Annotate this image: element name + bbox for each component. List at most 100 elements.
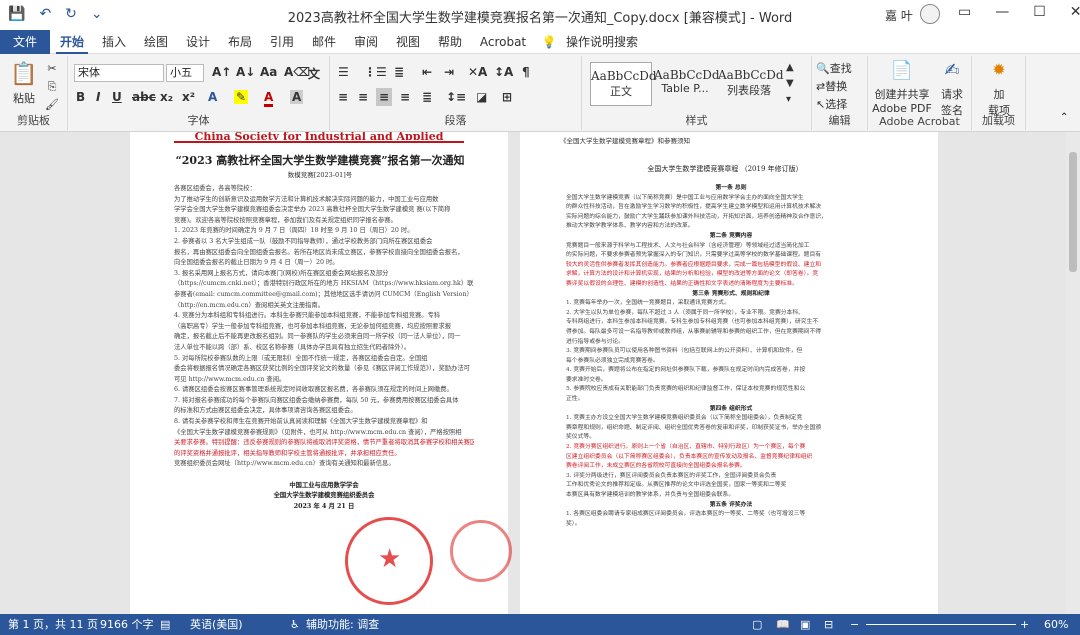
sign-icon[interactable]: ✍ — [934, 60, 970, 81]
tell-me-search[interactable]: 操作说明搜索 — [562, 30, 642, 54]
paste-button[interactable]: 粘贴 — [6, 90, 42, 106]
line-spacing-icon[interactable]: ↕≡ — [446, 90, 466, 104]
request-sign-button[interactable]: 请求 签名 — [934, 86, 970, 118]
align-justify-icon[interactable]: ≡ — [376, 88, 393, 106]
style-list-paragraph[interactable]: AaBbCcDd 列表段落 — [718, 62, 784, 106]
tab-insert[interactable]: 插入 — [98, 30, 130, 54]
style-table-paragraph[interactable]: AaBbCcDd Table P... — [654, 62, 720, 106]
addins-icon[interactable]: ✹ — [976, 60, 1022, 79]
sort-icon[interactable]: ↕A — [494, 65, 513, 79]
page-left[interactable]: China Society for Industrial and Applied… — [130, 132, 512, 614]
zoom-in-icon[interactable]: + — [1020, 614, 1029, 635]
shrink-font-icon[interactable]: A↓ — [236, 65, 255, 79]
underline-icon[interactable]: U — [112, 90, 122, 104]
subscript-icon[interactable]: x₂ — [160, 90, 173, 104]
styles-scroll-down-icon[interactable]: ▼ — [786, 78, 794, 89]
bold-icon[interactable]: B — [76, 90, 85, 104]
print-layout-icon[interactable]: ▣ — [800, 614, 810, 635]
style-normal[interactable]: AaBbCcDd 正文 — [590, 62, 657, 106]
chinese-layout-icon[interactable]: ✕A — [468, 65, 487, 79]
redo-icon[interactable]: ↻ — [65, 6, 77, 22]
document-area[interactable]: China Society for Industrial and Applied… — [0, 132, 1080, 614]
paragraph-line: 要求准时交卷。 — [566, 376, 607, 383]
proofing-icon[interactable]: ▤ — [160, 614, 170, 635]
styles-scroll-up-icon[interactable]: ▲ — [786, 62, 794, 73]
zoom-level[interactable]: 60% — [1044, 614, 1068, 635]
tab-mailings[interactable]: 邮件 — [308, 30, 340, 54]
style-label: 正文 — [610, 85, 632, 98]
pdf-icon[interactable]: 📄 — [872, 60, 932, 81]
collapse-ribbon-icon[interactable]: ⌃ — [1060, 112, 1068, 123]
ribbon-display-icon[interactable]: ▭ — [958, 4, 971, 20]
close-icon[interactable]: ✕ — [1070, 4, 1080, 20]
tab-acrobat[interactable]: Acrobat — [478, 30, 528, 54]
align-right-icon[interactable]: ≡ — [400, 90, 410, 104]
decrease-indent-icon[interactable]: ⇤ — [422, 65, 432, 79]
tab-view[interactable]: 视图 — [392, 30, 424, 54]
highlight-icon[interactable]: ✎ — [234, 90, 249, 104]
tab-home[interactable]: 开始 — [56, 30, 88, 54]
italic-icon[interactable]: I — [96, 90, 100, 104]
superscript-icon[interactable]: x² — [182, 90, 195, 104]
tab-review[interactable]: 审阅 — [350, 30, 382, 54]
zoom-slider[interactable] — [866, 624, 1016, 625]
numbering-icon[interactable]: ⋮☰ — [364, 65, 387, 79]
copy-icon[interactable]: ⎘ — [44, 80, 60, 94]
avatar[interactable] — [920, 4, 940, 24]
paragraph-line: 3. 报名采用网上报名方式，请向本赛门(网校)所在赛区组委会网站报名及部分 — [174, 269, 389, 277]
style-sample: AaBbCcDd — [591, 69, 657, 83]
change-case-icon[interactable]: Aa — [260, 65, 277, 79]
page-right[interactable]: 《全国大学生数学建模竞赛章程》和参赛须知 全国大学生数学建模竞赛章程 （2019… — [520, 132, 938, 614]
bullets-icon[interactable]: ☰ — [338, 65, 349, 79]
web-layout-icon[interactable]: ⊟ — [824, 614, 833, 635]
align-left-icon[interactable]: ≡ — [338, 90, 348, 104]
save-icon[interactable]: 💾 — [8, 6, 25, 22]
page-count[interactable]: 第 1 页，共 11 页 — [8, 614, 98, 635]
increase-indent-icon[interactable]: ⇥ — [444, 65, 454, 79]
format-painter-icon[interactable]: 🖌 — [44, 98, 60, 111]
tab-file[interactable]: 文件 — [0, 30, 50, 54]
tab-help[interactable]: 帮助 — [434, 30, 466, 54]
tab-design[interactable]: 设计 — [182, 30, 214, 54]
minimize-icon[interactable]: — — [995, 4, 1009, 20]
user-name[interactable]: 嘉 叶 — [885, 7, 913, 24]
text-effects-icon[interactable]: A — [208, 90, 217, 104]
char-shading-icon[interactable]: A — [290, 90, 304, 104]
zoom-out-icon[interactable]: − — [850, 614, 859, 635]
paste-icon[interactable]: 📋 — [8, 62, 40, 87]
customize-qat-icon[interactable]: ⌄ — [91, 6, 103, 22]
language[interactable]: 英语(美国) — [190, 614, 243, 635]
vertical-scrollbar[interactable] — [1066, 132, 1080, 614]
borders-icon[interactable]: ⊞ — [502, 90, 512, 104]
accessibility-icon[interactable]: ♿ — [290, 614, 300, 635]
font-name-select[interactable]: 宋体 — [74, 64, 164, 82]
select-button[interactable]: ↖选择 — [816, 96, 866, 112]
create-pdf-button[interactable]: 创建并共享 Adobe PDF — [870, 86, 934, 115]
scrollbar-thumb[interactable] — [1069, 152, 1077, 272]
font-color-icon[interactable]: A — [264, 90, 274, 107]
show-marks-icon[interactable]: ¶ — [522, 65, 530, 79]
align-center-icon[interactable]: ≡ — [358, 90, 368, 104]
clear-format-icon[interactable]: A⌫ — [284, 65, 310, 79]
distributed-icon[interactable]: ≣ — [422, 90, 432, 104]
font-size-select[interactable]: 小五 — [166, 64, 204, 82]
tab-references[interactable]: 引用 — [266, 30, 298, 54]
shading-icon[interactable]: ◪ — [476, 90, 487, 104]
read-mode-icon[interactable]: 📖 — [776, 614, 790, 635]
tab-layout[interactable]: 布局 — [224, 30, 256, 54]
phonetic-icon[interactable]: 文 — [308, 65, 320, 82]
tab-draw[interactable]: 绘图 — [140, 30, 172, 54]
grow-font-icon[interactable]: A↑ — [212, 65, 231, 79]
undo-icon[interactable]: ↶ — [39, 6, 51, 22]
accessibility-status[interactable]: 辅助功能: 调查 — [306, 614, 379, 635]
styles-more-icon[interactable]: ▾ — [786, 94, 791, 105]
word-count[interactable]: 9166 个字 — [100, 614, 154, 635]
cut-icon[interactable]: ✂ — [44, 62, 60, 75]
paragraph-line: 赛章程和规则，组织命题、制定评阅、组织全国优秀答卷的复审和评奖，印制获奖证书，举… — [566, 424, 822, 431]
find-button[interactable]: 🔍查找 — [816, 60, 866, 76]
focus-icon[interactable]: ▢ — [752, 614, 762, 635]
multilevel-list-icon[interactable]: ≣ — [394, 65, 404, 79]
maximize-icon[interactable]: ☐ — [1033, 4, 1046, 20]
replace-button[interactable]: ⇄替换 — [816, 78, 866, 94]
strikethrough-icon[interactable]: abc — [132, 90, 156, 104]
